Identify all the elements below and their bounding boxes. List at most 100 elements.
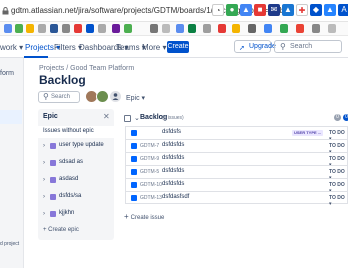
issue-count: (6 issues)	[162, 115, 184, 121]
issue-row[interactable]: GDTM-7 dsfdsfds TO DO ▾	[125, 139, 348, 155]
extension-icon[interactable]: ✚	[296, 4, 308, 16]
bookmark-icon[interactable]	[296, 24, 304, 33]
bookmark-icon[interactable]	[248, 24, 256, 33]
bookmark-icon[interactable]	[74, 24, 82, 33]
issue-summary[interactable]: dsfdsfs	[162, 129, 181, 135]
issue-key[interactable]: GDTM-5	[140, 169, 159, 175]
bookmark-icon[interactable]	[86, 24, 94, 33]
extension-icon[interactable]: ▲	[240, 4, 252, 16]
chevron-right-icon[interactable]: ›	[43, 160, 45, 166]
page-title: Backlog	[39, 73, 86, 87]
top-navigation: work ▾ Projects ▾ Filters ▾ Dashboards ▾…	[0, 36, 348, 58]
project-sidebar: form d project	[0, 58, 24, 268]
nav-more[interactable]: More ▾	[142, 43, 166, 52]
chevron-right-icon[interactable]: ›	[43, 211, 45, 217]
issue-key[interactable]: GDTM-9	[140, 156, 159, 162]
extension-icons: ◔ ● ▲ ■ ✉ ▲ ✚ ◆ ▲ A ▲	[212, 4, 348, 16]
issue-status-dropdown[interactable]: TO DO ▾	[329, 195, 347, 207]
bookmark-icon[interactable]	[188, 24, 196, 33]
epic-item[interactable]: › sdsad as	[38, 156, 114, 172]
bookmark-icon[interactable]	[62, 24, 70, 33]
issue-type-icon	[131, 156, 137, 162]
extension-icon[interactable]: ✉	[268, 4, 280, 16]
bookmark-icon[interactable]	[328, 24, 336, 33]
issues-without-epic[interactable]: Issues without epic	[38, 126, 114, 138]
status-count-badge: 0	[343, 114, 348, 121]
issue-summary[interactable]: dsfdasfsdf	[162, 194, 189, 200]
bookmark-icon[interactable]	[162, 24, 170, 33]
avatar[interactable]	[96, 90, 109, 103]
issue-row[interactable]: GDTM-10 dsfdsfds TO DO ▾	[125, 178, 348, 194]
extension-icon[interactable]: ●	[226, 4, 238, 16]
epic-color-swatch	[50, 160, 56, 166]
breadcrumb[interactable]: Projects / Good Team Platform	[39, 65, 134, 72]
issue-row[interactable]: GDTM-5 dsfdsfds TO DO ▾	[125, 165, 348, 181]
epic-item[interactable]: › dsfds/sa	[38, 190, 114, 206]
create-epic-button[interactable]: + Create epic	[43, 227, 79, 233]
bookmark-icon[interactable]	[15, 24, 23, 33]
backlog-search-input[interactable]: ⚲ Search	[38, 91, 80, 103]
sidebar-item-project[interactable]: d project	[0, 241, 19, 247]
epic-item[interactable]: › user type update	[38, 139, 114, 155]
browser-address-bar[interactable]: gdtm.atlassian.net/jira/software/project…	[0, 0, 348, 22]
upgrade-button[interactable]: ➚ Upgrade	[234, 40, 276, 53]
bookmark-icon[interactable]	[150, 24, 158, 33]
chevron-right-icon[interactable]: ›	[43, 177, 45, 183]
bookmark-icon[interactable]	[264, 24, 272, 33]
sidebar-item-platform[interactable]: form	[0, 70, 14, 77]
create-button[interactable]: Create	[167, 41, 189, 53]
extension-icon[interactable]: ◆	[310, 4, 322, 16]
issue-summary[interactable]: dsfdsfds	[162, 181, 184, 187]
bookmark-icon[interactable]	[38, 24, 46, 33]
avatar[interactable]	[109, 90, 122, 103]
issue-summary[interactable]: dsfdsfds	[162, 168, 184, 174]
bookmark-icon[interactable]	[176, 24, 184, 33]
sidebar-item-backlog-selected[interactable]	[0, 110, 22, 124]
close-icon[interactable]: ✕	[103, 112, 110, 121]
issue-summary[interactable]: dsfdsfds	[162, 155, 184, 161]
issue-row[interactable]: GDTM-13 dsfdasfsdf TO DO ▾	[125, 191, 348, 207]
bookmark-icon[interactable]	[26, 24, 34, 33]
extension-icon[interactable]: ◔	[212, 4, 224, 16]
bookmark-icon[interactable]	[232, 24, 240, 33]
epic-item[interactable]: › kjjkhn	[38, 207, 114, 223]
issue-key[interactable]: GDTM-13	[140, 195, 162, 201]
issue-key[interactable]: GDTM-10	[140, 182, 162, 188]
select-all-checkbox[interactable]	[124, 115, 131, 122]
issue-row[interactable]: GDTM-9 dsfdsfds TO DO ▾	[125, 152, 348, 168]
bookmark-icon[interactable]	[124, 24, 132, 33]
nav-your-work[interactable]: work ▾	[0, 43, 23, 52]
issue-row[interactable]: dsfdsfs USER TYPE ... TO DO ▾	[125, 126, 348, 142]
epic-color-swatch	[50, 143, 56, 149]
issue-epic-tag[interactable]: USER TYPE ...	[292, 130, 324, 136]
extension-icon[interactable]: ■	[254, 4, 266, 16]
extension-icon[interactable]: A	[338, 4, 348, 16]
nav-filters[interactable]: Filters ▾	[54, 43, 82, 52]
extension-icon[interactable]: ▲	[282, 4, 294, 16]
bookmark-icon[interactable]	[203, 24, 211, 33]
bookmark-icon[interactable]	[312, 24, 320, 33]
bookmark-icon[interactable]	[112, 24, 120, 33]
chevron-down-icon[interactable]: ⌄	[134, 114, 140, 122]
issue-type-icon	[131, 143, 137, 149]
bookmark-icon[interactable]	[4, 24, 12, 33]
nav-active-indicator	[24, 56, 48, 58]
extension-icon[interactable]: ▲	[324, 4, 336, 16]
bookmark-icon[interactable]	[280, 24, 288, 33]
bookmark-icon[interactable]	[50, 24, 58, 33]
issue-key[interactable]: GDTM-7	[140, 143, 159, 149]
issue-type-icon	[131, 169, 137, 175]
bookmark-icon[interactable]	[218, 24, 226, 33]
epic-item[interactable]: › asdasd	[38, 173, 114, 189]
epic-filter-dropdown[interactable]: Epic ▾	[126, 94, 145, 102]
plus-icon: +	[124, 212, 129, 221]
create-issue-button[interactable]: + Create issue	[124, 212, 164, 221]
chevron-right-icon[interactable]: ›	[43, 143, 45, 149]
chevron-right-icon[interactable]: ›	[43, 194, 45, 200]
create-issue-label: Create issue	[130, 215, 165, 221]
epic-name: kjjkhn	[59, 210, 75, 216]
issue-summary[interactable]: dsfdsfds	[162, 142, 184, 148]
bookmark-icon[interactable]	[98, 24, 106, 33]
global-search-input[interactable]: ⚲ Search	[274, 40, 342, 53]
search-placeholder: Search	[290, 43, 313, 50]
